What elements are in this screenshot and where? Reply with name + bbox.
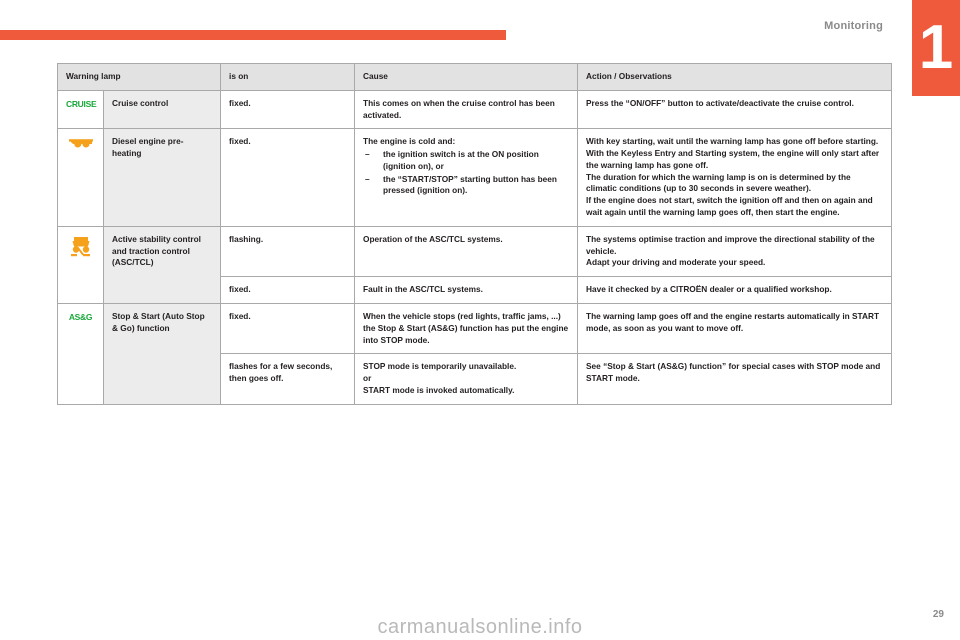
cause-paragraph: This comes on when the cruise control ha… <box>363 97 555 120</box>
chapter-number-tab: 1 <box>912 0 960 96</box>
cause-cell: Operation of the ASC/TCL systems. <box>354 225 579 278</box>
table-body: CRUISE Cruise control fixed. This comes on … <box>57 89 893 405</box>
is-on-cell: flashes for a few seconds, then goes off… <box>220 353 356 405</box>
action-cell: The systems optimise traction and improv… <box>577 225 893 278</box>
table-row: Active stability control and traction co… <box>57 225 893 304</box>
cause-paragraph: Fault in the ASC/TCL systems. <box>363 284 483 295</box>
table-row: CRUISE Cruise control fixed. This comes on … <box>57 89 893 130</box>
cause-paragraph: START mode is invoked automatically. <box>363 384 515 395</box>
table-header: Warning lamp is on Cause Action / Observ… <box>56 63 893 91</box>
action-paragraph: The duration for which the warning lamp … <box>586 171 851 194</box>
diesel-preheating-coil-icon <box>68 136 94 154</box>
action-paragraph: See “Stop & Start (AS&G) function” for s… <box>586 361 881 384</box>
action-cell: Press the “ON/OFF” button to activate/de… <box>577 89 893 130</box>
column-header-is-on: is on <box>220 63 356 91</box>
action-paragraph: If the engine does not start, switch the… <box>586 195 873 218</box>
warning-lamp-icon-cell <box>57 128 104 227</box>
warning-lamp-icon-cell <box>57 225 104 304</box>
action-cell: Have it checked by a CITROËN dealer or a… <box>577 276 893 304</box>
is-on-cell: fixed. <box>220 302 356 355</box>
header-accent-bar <box>0 30 506 40</box>
is-on-cell: flashing. <box>220 225 356 278</box>
warning-lamp-icon-cell: AS&G <box>57 302 104 405</box>
warning-lamp-name: Stop & Start (Auto Stop & Go) function <box>102 302 222 405</box>
action-paragraph: Press the “ON/OFF” button to activate/de… <box>586 97 854 108</box>
column-header-action: Action / Observations <box>577 63 893 91</box>
cause-paragraph: STOP mode is temporarily unavailable. <box>363 361 517 372</box>
cause-paragraph: or <box>363 373 372 384</box>
cruise-control-lamp-icon: CRUISE <box>66 98 97 109</box>
is-on-cell: fixed. <box>220 128 356 227</box>
cause-paragraph: The engine is cold and: <box>363 136 456 147</box>
asc-tcl-skidding-car-icon <box>70 234 92 258</box>
cause-cell: Fault in the ASC/TCL systems. <box>354 276 579 304</box>
warning-lamp-table: Warning lamp is on Cause Action / Observ… <box>56 63 893 405</box>
cause-cell: This comes on when the cruise control ha… <box>354 89 579 130</box>
warning-lamp-name: Active stability control and traction co… <box>102 225 222 304</box>
cause-cell: STOP mode is temporarily unavailable. or S… <box>354 353 579 405</box>
column-header-warning-lamp: Warning lamp <box>56 63 222 91</box>
warning-lamp-table-wrapper: Warning lamp is on Cause Action / Observ… <box>56 63 893 405</box>
stop-start-asg-lamp-icon: AS&G <box>68 311 93 322</box>
table-row: Diesel engine pre-heating fixed. The engin… <box>57 128 893 227</box>
action-paragraph: With key starting, wait until the warnin… <box>586 136 879 147</box>
action-paragraph: With the Keyless Entry and Starting syst… <box>586 148 880 170</box>
action-paragraph: The warning lamp goes off and the engine… <box>586 310 880 333</box>
action-cell: See “Stop & Start (AS&G) function” for s… <box>577 353 893 405</box>
table-row: AS&G Stop & Start (Auto Stop & Go) functi… <box>57 302 893 405</box>
action-cell: The warning lamp goes off and the engine… <box>577 302 893 355</box>
table-header-row: Warning lamp is on Cause Action / Observ… <box>56 63 893 91</box>
page-header-title: Monitoring <box>824 20 883 32</box>
action-paragraph: Have it checked by a CITROËN dealer or a… <box>586 284 832 295</box>
warning-lamp-name: Cruise control <box>102 89 222 130</box>
action-paragraph: Adapt your driving and moderate your spe… <box>586 257 766 268</box>
cause-paragraph: When the vehicle stops (red lights, traf… <box>363 310 569 345</box>
cause-cell: When the vehicle stops (red lights, traf… <box>354 302 579 355</box>
action-paragraph: The systems optimise traction and improv… <box>586 233 875 256</box>
is-on-cell: fixed. <box>220 89 356 130</box>
manual-page: Monitoring 1 Warning lamp is on Cause Ac… <box>0 0 960 640</box>
cause-bullet-list: the ignition switch is at the ON positio… <box>363 149 569 197</box>
is-on-cell: fixed. <box>220 276 356 304</box>
column-header-cause: Cause <box>354 63 579 91</box>
warning-lamp-name: Diesel engine pre-heating <box>102 128 222 227</box>
cause-bullet-item: the “START/STOP” starting button has bee… <box>363 174 569 198</box>
cause-paragraph: Operation of the ASC/TCL systems. <box>363 233 503 244</box>
cause-bullet-item: the ignition switch is at the ON positio… <box>363 149 569 173</box>
site-watermark: carmanualsonline.info <box>377 616 583 638</box>
cause-cell: The engine is cold and: the ignition swit… <box>354 128 579 227</box>
warning-lamp-icon-cell: CRUISE <box>57 89 104 130</box>
action-cell: With key starting, wait until the warnin… <box>577 128 893 227</box>
